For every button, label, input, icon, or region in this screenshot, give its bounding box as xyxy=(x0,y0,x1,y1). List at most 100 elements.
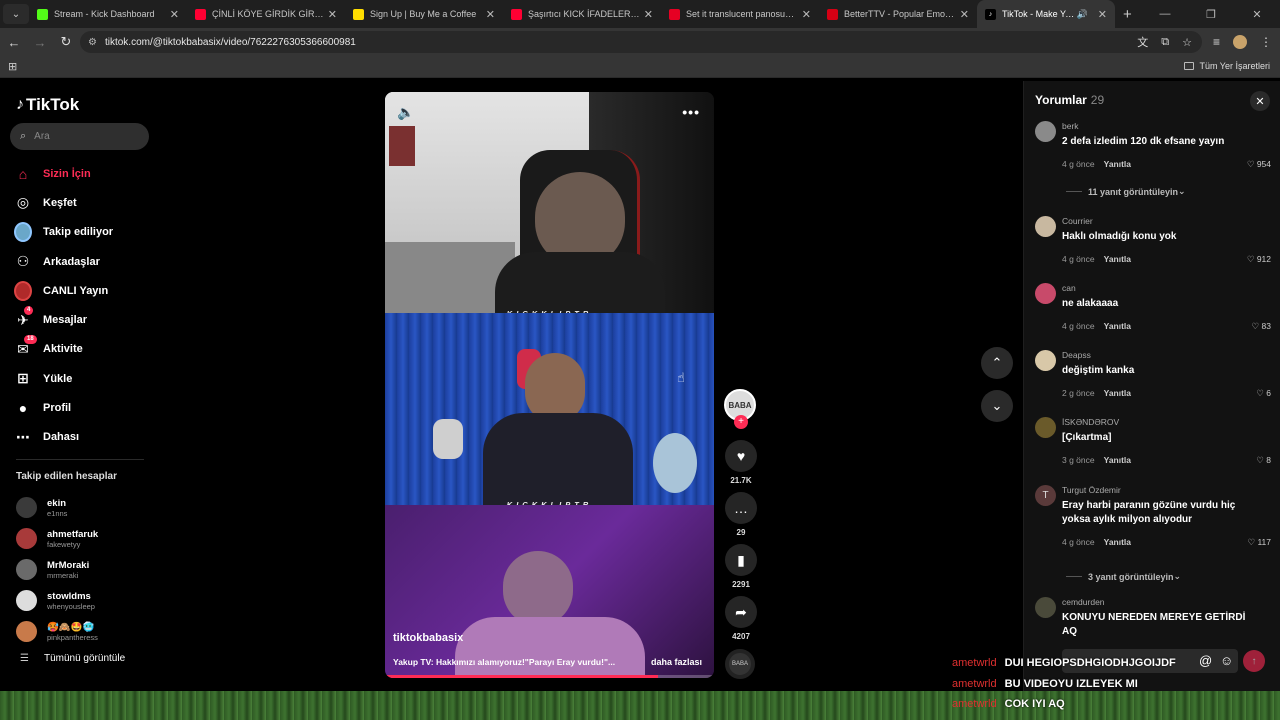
reply-button[interactable]: Yanıtla xyxy=(1104,159,1131,169)
close-icon[interactable]: ✕ xyxy=(1250,91,1270,111)
following-item[interactable]: ekin e1nns xyxy=(16,492,98,523)
comment-action[interactable]: … 29 xyxy=(725,492,757,537)
comment-username[interactable]: Deapss xyxy=(1062,350,1091,360)
see-more-link[interactable]: daha fazlası xyxy=(651,657,702,667)
avatar xyxy=(16,590,37,611)
nav-item[interactable]: ⊞ Yükle xyxy=(14,364,113,393)
reply-button[interactable]: Yanıtla xyxy=(1104,537,1131,547)
comment-username[interactable]: can xyxy=(1062,283,1076,293)
reply-button[interactable]: Yanıtla xyxy=(1104,388,1131,398)
avatar[interactable]: T xyxy=(1035,485,1056,506)
browser-tab[interactable]: BetterTTV - Popular Emotes ✕ xyxy=(819,0,977,28)
volume-icon[interactable]: 🔈 xyxy=(397,104,414,121)
heart-icon[interactable]: ♥ xyxy=(725,440,757,472)
avatar[interactable] xyxy=(1035,597,1056,618)
translate-icon[interactable]: 文 xyxy=(1137,34,1148,50)
avatar[interactable] xyxy=(1035,216,1056,237)
profile-avatar[interactable] xyxy=(1233,35,1247,49)
tab-close-icon[interactable]: ✕ xyxy=(960,8,969,21)
following-item[interactable]: stowldms whenyousleep xyxy=(16,585,98,616)
video-author[interactable]: tiktokbabasix xyxy=(393,632,463,644)
tiktok-logo[interactable]: ♪ TikTok xyxy=(16,95,79,115)
apps-grid-icon[interactable]: ⊞ xyxy=(8,60,17,73)
back-button[interactable]: ← xyxy=(2,35,26,50)
follow-plus-icon[interactable]: + xyxy=(734,415,748,429)
install-app-icon[interactable]: ⧉ xyxy=(1161,36,1169,49)
avatar[interactable] xyxy=(1035,283,1056,304)
minimize-button[interactable]: — xyxy=(1142,8,1188,20)
tab-close-icon[interactable]: ✕ xyxy=(170,8,179,21)
avatar[interactable] xyxy=(1035,121,1056,142)
comment-username[interactable]: cemdurden xyxy=(1062,597,1105,607)
reply-button[interactable]: Yanıtla xyxy=(1104,254,1131,264)
nav-item[interactable]: Takip ediliyor xyxy=(14,218,113,247)
view-replies-button[interactable]: 11 yanıt görüntüleyin ⌄ xyxy=(1066,186,1186,197)
next-video-button[interactable]: ⌄ xyxy=(981,390,1013,422)
reply-button[interactable]: Yanıtla xyxy=(1104,321,1131,331)
bookmark-star-icon[interactable]: ☆ xyxy=(1182,36,1192,49)
nav-item[interactable]: ● Profil xyxy=(14,393,113,422)
browser-tab[interactable]: Sign Up | Buy Me a Coffee ✕ xyxy=(345,0,503,28)
avatar[interactable] xyxy=(1035,417,1056,438)
comment-username[interactable]: İSKƏNDƏROV xyxy=(1062,417,1119,427)
search-input[interactable]: ⌕ Ara xyxy=(10,123,149,150)
tab-close-icon[interactable]: ✕ xyxy=(328,8,337,21)
new-tab-button[interactable]: + xyxy=(1123,6,1132,23)
like-action[interactable]: ♥ 21.7K xyxy=(725,440,757,485)
following-item[interactable]: 🥵🙈🤩🥶 pinkpantheress xyxy=(16,616,98,647)
url-text[interactable]: tiktok.com/@tiktokbabasix/video/76222763… xyxy=(105,37,356,48)
bookmark-icon[interactable]: ▮ xyxy=(725,544,757,576)
avatar[interactable] xyxy=(1035,350,1056,371)
comment-like[interactable]: ♡ 83 xyxy=(1252,321,1271,332)
following-item[interactable]: MrMoraki mrmeraki xyxy=(16,554,98,585)
comment-like[interactable]: ♡ 117 xyxy=(1247,537,1271,548)
comment-icon[interactable]: … xyxy=(725,492,757,524)
nav-item[interactable]: ⋯ Dahası xyxy=(14,423,113,452)
comment-like[interactable]: ♡ 912 xyxy=(1247,254,1271,265)
view-replies-button[interactable]: 3 yanıt görüntüleyin ⌄ xyxy=(1066,571,1181,582)
more-options-icon[interactable]: ••• xyxy=(682,104,700,120)
comment-username[interactable]: Courrier xyxy=(1062,216,1093,226)
comment-like[interactable]: ♡ 8 xyxy=(1256,455,1271,466)
browser-tab[interactable]: Stream - Kick Dashboard ✕ xyxy=(29,0,187,28)
tab-search-button[interactable]: ⌄ xyxy=(3,4,29,24)
nav-item[interactable]: ⚇ Arkadaşlar xyxy=(14,247,113,276)
site-info-icon[interactable]: ⚙ xyxy=(88,37,97,48)
comment-like[interactable]: ♡ 6 xyxy=(1256,388,1271,399)
video-progress-bar[interactable] xyxy=(385,675,714,678)
nav-item[interactable]: CANLI Yayın xyxy=(14,276,113,305)
share-icon[interactable]: ➦ xyxy=(725,596,757,628)
browser-tab[interactable]: Set it translucent panosundaki ✕ xyxy=(661,0,819,28)
following-item[interactable]: ahmetfaruk fakewetyy xyxy=(16,523,98,554)
reload-button[interactable]: ↻ xyxy=(54,34,78,50)
browser-tab[interactable]: ♪ TikTok - Make Your Day🔊 ✕ xyxy=(977,0,1115,28)
previous-video-button[interactable]: ⌃ xyxy=(981,347,1013,379)
music-disc-icon[interactable]: BABA xyxy=(725,649,755,679)
nav-item[interactable]: ⌂ Sizin İçin xyxy=(14,159,113,188)
close-window-button[interactable]: ✕ xyxy=(1234,8,1280,21)
media-control-icon[interactable]: ≡ xyxy=(1213,35,1220,49)
maximize-button[interactable]: ❐ xyxy=(1188,8,1234,21)
speaker-icon[interactable]: 🔊 xyxy=(1077,9,1088,20)
comment-like[interactable]: ♡ 954 xyxy=(1247,159,1271,170)
menu-icon[interactable]: ⋮ xyxy=(1260,35,1272,49)
tab-close-icon[interactable]: ✕ xyxy=(1098,8,1107,21)
comment-username[interactable]: berk xyxy=(1062,121,1079,131)
see-all-button[interactable]: ☰ Tümünü görüntüle xyxy=(20,653,125,664)
reply-button[interactable]: Yanıtla xyxy=(1104,455,1131,465)
browser-tab[interactable]: Şaşırtıcı KICK İFADELERİ ve GİF ✕ xyxy=(503,0,661,28)
comment-username[interactable]: Turgut Özdemir xyxy=(1062,485,1121,495)
nav-item[interactable]: ✈ 4 Mesajlar xyxy=(14,305,113,334)
all-bookmarks-button[interactable]: Tüm Yer İşaretleri xyxy=(1184,61,1270,71)
browser-tab[interactable]: ÇİNLİ KÖYE GİRDİK GİRMEZ OL ✕ xyxy=(187,0,345,28)
share-action[interactable]: ➦ 4207 xyxy=(725,596,757,641)
tab-close-icon[interactable]: ✕ xyxy=(802,8,811,21)
tab-close-icon[interactable]: ✕ xyxy=(644,8,653,21)
save-action[interactable]: ▮ 2291 xyxy=(725,544,757,589)
nav-item[interactable]: ◎ Keşfet xyxy=(14,188,113,217)
omnibox[interactable]: ⚙ tiktok.com/@tiktokbabasix/video/762227… xyxy=(80,31,1202,53)
forward-button[interactable]: → xyxy=(28,35,52,50)
nav-item[interactable]: ✉ 18 Aktivite xyxy=(14,335,113,364)
video-player[interactable]: KICKKLIPTR KICKKLIPTR 🔈 ••• tiktokbabasi… xyxy=(385,92,714,678)
tab-close-icon[interactable]: ✕ xyxy=(486,8,495,21)
